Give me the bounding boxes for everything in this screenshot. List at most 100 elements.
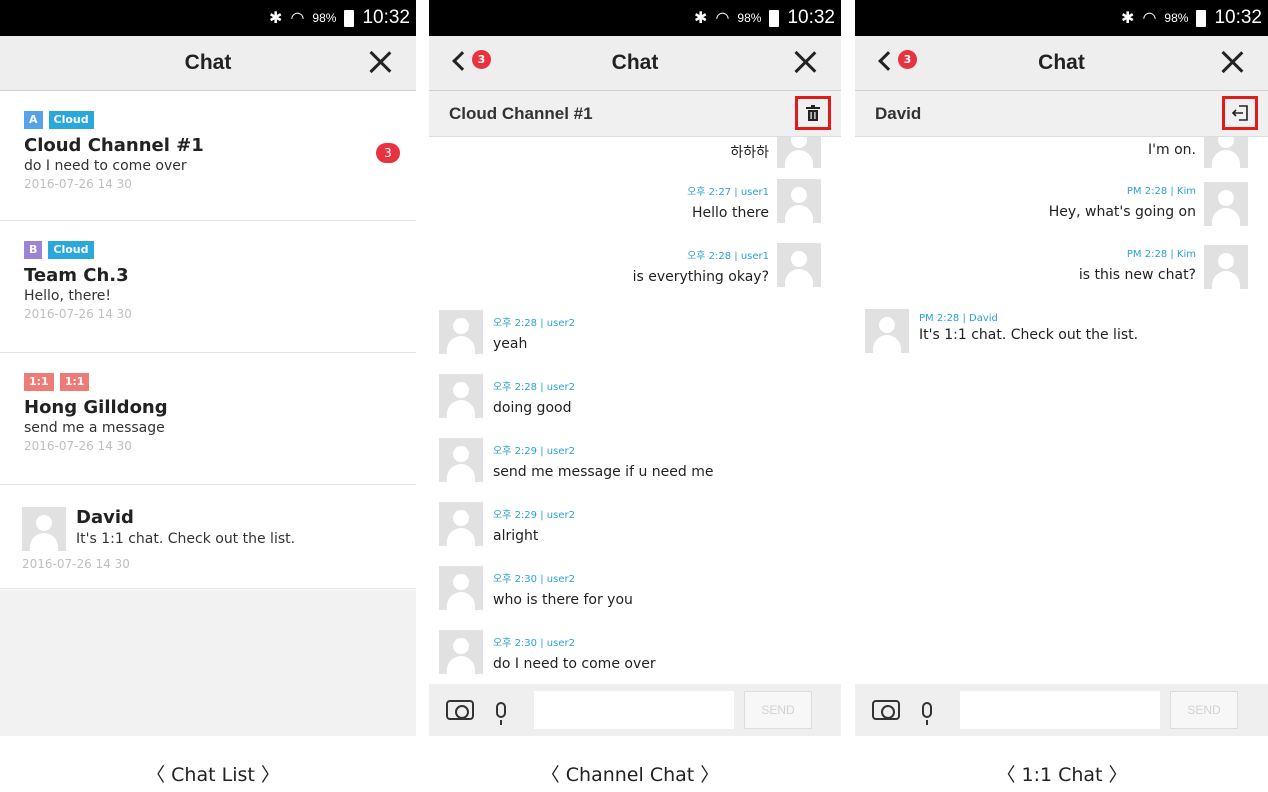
page-title: Chat xyxy=(1038,51,1085,74)
avatar xyxy=(439,310,483,354)
chevron-left-icon xyxy=(878,50,898,71)
battery-icon xyxy=(344,9,355,27)
close-icon[interactable] xyxy=(789,46,821,78)
bluetooth-icon: ✱ xyxy=(1121,10,1135,27)
message-item: I'm on. xyxy=(1148,137,1248,168)
chat-partner-header: David xyxy=(855,91,1268,137)
camera-icon[interactable] xyxy=(446,700,474,720)
leave-chat-button[interactable] xyxy=(1222,96,1258,130)
avatar xyxy=(777,179,821,223)
chat-name: Team Ch.3 xyxy=(24,265,129,286)
battery-icon xyxy=(1196,9,1207,27)
message-item: PM 2:28 | Kim Hey, what's going on xyxy=(1049,182,1248,226)
trash-icon xyxy=(806,105,820,121)
avatar xyxy=(439,374,483,418)
camera-icon[interactable] xyxy=(872,700,900,720)
chat-list-item[interactable]: 1:1 1:1 Hong Gilldong send me a message … xyxy=(0,353,416,485)
message-meta: 오후 2:28 | user2 xyxy=(493,318,575,329)
app-header: 3 Chat xyxy=(429,36,841,91)
battery-percent: 98% xyxy=(737,11,762,25)
exit-icon xyxy=(1231,105,1248,121)
message-meta: 오후 2:28 | user2 xyxy=(493,382,575,393)
empty-area xyxy=(0,590,416,736)
clock: 10:32 xyxy=(787,7,835,28)
send-button[interactable]: SEND xyxy=(1170,691,1238,729)
one-on-one-chat-screen: ✱ ◠ 98% 10:32 3 Chat David I'm on. PM 2:… xyxy=(855,0,1268,736)
message-item: 오후 2:27 | user1 Hello there xyxy=(687,179,821,223)
message-item: 오후 2:30 | user2 do I need to come over xyxy=(439,630,656,674)
message-list: I'm on. PM 2:28 | Kim Hey, what's going … xyxy=(855,137,1268,684)
tag-cloud: Cloud xyxy=(48,111,94,129)
avatar xyxy=(777,137,821,168)
message-meta: 오후 2:29 | user2 xyxy=(493,510,575,521)
close-icon[interactable] xyxy=(1216,46,1248,78)
avatar xyxy=(439,630,483,674)
wifi-icon: ◠ xyxy=(1142,10,1157,27)
chat-list-item[interactable]: B Cloud Team Ch.3 Hello, there! 2016-07-… xyxy=(0,221,416,353)
partner-name: David xyxy=(875,103,922,123)
message-meta: 오후 2:30 | user2 xyxy=(493,574,575,585)
chat-time: 2016-07-26 14 30 xyxy=(24,307,132,321)
message-input[interactable] xyxy=(960,691,1160,729)
clock: 10:32 xyxy=(1214,7,1262,28)
message-text: who is there for you xyxy=(493,592,633,608)
chat-list: A Cloud Cloud Channel #1 do I need to co… xyxy=(0,91,416,589)
avatar xyxy=(439,438,483,482)
message-meta: 오후 2:30 | user2 xyxy=(493,638,575,649)
page-title: Chat xyxy=(611,51,659,74)
message-meta: 오후 2:29 | user2 xyxy=(493,446,575,457)
channel-name: Cloud Channel #1 xyxy=(449,103,593,123)
message-item: 오후 2:28 | user1 is everything okay? xyxy=(633,243,821,287)
message-item: 하하하 xyxy=(730,137,821,168)
message-meta: PM 2:28 | David xyxy=(919,313,998,324)
message-text: I'm on. xyxy=(1148,142,1196,158)
avatar xyxy=(439,566,483,610)
message-meta: 오후 2:27 | user1 xyxy=(687,187,769,198)
chat-preview: It's 1:1 chat. Check out the list. xyxy=(76,531,296,547)
chat-list-screen: ✱ ◠ 98% 10:32 Chat A Cloud Cloud Channel… xyxy=(0,0,416,736)
wifi-icon: ◠ xyxy=(290,10,305,27)
mic-icon[interactable] xyxy=(496,702,506,725)
message-item: 오후 2:29 | user2 send me message if u nee… xyxy=(439,438,713,482)
avatar xyxy=(1204,182,1248,226)
bluetooth-icon: ✱ xyxy=(694,10,708,27)
chat-time: 2016-07-26 14 30 xyxy=(24,177,132,191)
status-bar: ✱ ◠ 98% 10:32 xyxy=(429,0,841,36)
chat-name: Hong Gilldong xyxy=(24,397,168,418)
message-text: do I need to come over xyxy=(493,656,656,672)
tag-letter: B xyxy=(24,241,43,259)
chat-list-item[interactable]: David It's 1:1 chat. Check out the list.… xyxy=(0,485,416,589)
clock: 10:32 xyxy=(362,7,410,28)
chat-name: Cloud Channel #1 xyxy=(24,135,204,156)
mic-icon[interactable] xyxy=(922,702,932,725)
message-text: doing good xyxy=(493,400,572,416)
back-button[interactable]: 3 xyxy=(875,50,917,71)
message-item: PM 2:28 | Kim is this new chat? xyxy=(1079,245,1248,289)
channel-header: Cloud Channel #1 xyxy=(429,91,841,137)
chat-time: 2016-07-26 14 30 xyxy=(24,439,132,453)
caption-channel-chat: 〈 Channel Chat 〉 xyxy=(540,764,720,786)
caption-one-on-one-chat: 〈 1:1 Chat 〉 xyxy=(996,764,1128,786)
unread-badge: 3 xyxy=(472,50,491,69)
delete-button[interactable] xyxy=(795,96,831,130)
chevron-left-icon xyxy=(452,50,472,71)
screen-captions: 〈 Chat List 〉 〈 Channel Chat 〉 〈 1:1 Cha… xyxy=(0,760,1268,790)
close-icon[interactable] xyxy=(364,46,396,78)
message-item: PM 2:28 | David It's 1:1 chat. Check out… xyxy=(865,309,1138,353)
tag-cloud: Cloud xyxy=(48,241,94,259)
message-composer: SEND xyxy=(855,684,1268,736)
message-list: 하하하 오후 2:27 | user1 Hello there 오후 2:28 … xyxy=(429,137,841,684)
message-text: Hello there xyxy=(692,205,769,221)
battery-percent: 98% xyxy=(1164,11,1189,25)
message-text: send me message if u need me xyxy=(493,464,714,480)
message-item: 오후 2:29 | user2 alright xyxy=(439,502,575,546)
send-button[interactable]: SEND xyxy=(744,691,812,729)
unread-badge: 3 xyxy=(376,143,400,163)
chat-preview: send me a message xyxy=(24,420,165,436)
back-button[interactable]: 3 xyxy=(449,50,491,71)
message-input[interactable] xyxy=(534,691,734,729)
message-item: 오후 2:30 | user2 who is there for you xyxy=(439,566,633,610)
chat-list-item[interactable]: A Cloud Cloud Channel #1 do I need to co… xyxy=(0,91,416,221)
message-text: 하하하 xyxy=(730,145,769,161)
chat-preview: do I need to come over xyxy=(24,158,187,174)
